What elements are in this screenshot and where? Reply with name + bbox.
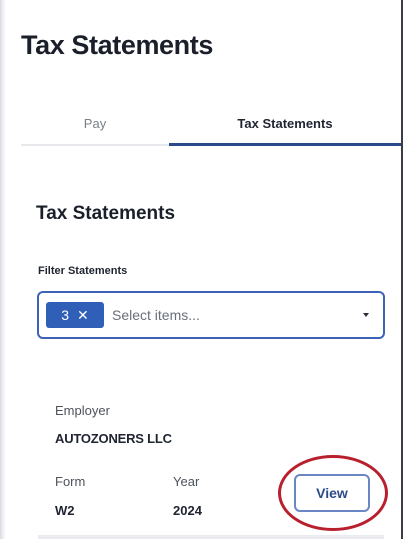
close-icon[interactable]: ✕ xyxy=(77,308,89,322)
selected-count: 3 xyxy=(61,307,70,323)
form-label: Form xyxy=(55,474,86,489)
page-title: Tax Statements xyxy=(21,30,213,60)
filter-statements-select[interactable]: 3 ✕ Select items... xyxy=(37,291,385,339)
left-edge xyxy=(0,0,6,539)
filter-label: Filter Statements xyxy=(38,265,128,277)
selected-items-chip: 3 ✕ xyxy=(46,302,104,328)
app-frame: Tax Statements Pay Tax Statements Tax St… xyxy=(0,0,404,539)
card-divider xyxy=(38,535,384,539)
section-title: Tax Statements xyxy=(36,203,176,224)
year-label: Year xyxy=(173,474,200,489)
select-placeholder: Select items... xyxy=(112,307,200,323)
tab-tax-statements[interactable]: Tax Statements xyxy=(169,100,401,146)
year-value: 2024 xyxy=(173,503,202,518)
form-value: W2 xyxy=(55,503,75,518)
active-tab-indicator xyxy=(169,143,401,146)
employer-value: AUTOZONERS LLC xyxy=(55,431,172,446)
tab-pay[interactable]: Pay xyxy=(21,100,169,146)
chevron-down-icon[interactable] xyxy=(363,313,369,317)
panel-divider xyxy=(401,0,403,539)
employer-label: Employer xyxy=(55,403,110,418)
tab-bar: Pay Tax Statements xyxy=(21,100,401,146)
view-button[interactable]: View xyxy=(294,474,370,512)
